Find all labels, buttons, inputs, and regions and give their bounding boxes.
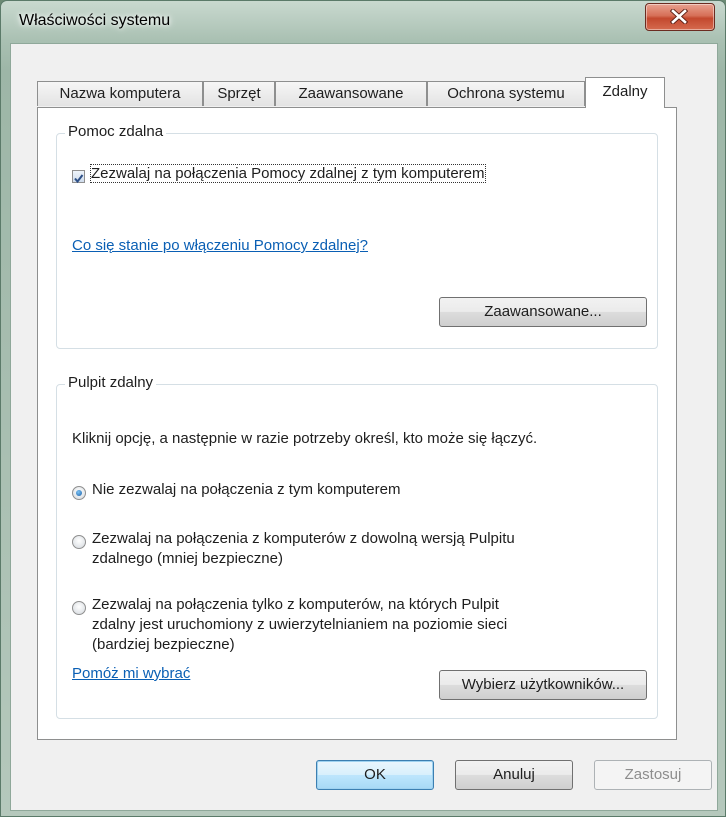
close-icon [670, 9, 688, 24]
radio-allow-nla-only-label-line2[interactable]: zdalny jest uruchomiony z uwierzytelnian… [92, 616, 507, 633]
tab-remote[interactable]: Zdalny [585, 77, 665, 108]
remote-desktop-instruction: Kliknij opcję, a następnie w razie potrz… [72, 430, 538, 447]
tab-advanced[interactable]: Zaawansowane [275, 81, 427, 106]
remote-assistance-group-title: Pomoc zdalna [65, 123, 167, 140]
cancel-button[interactable]: Anuluj [455, 760, 573, 790]
help-me-choose-link[interactable]: Pomóż mi wybrać [72, 665, 190, 682]
remote-tab-panel: Pomoc zdalna Zezwalaj na połączenia Pomo… [37, 107, 677, 740]
tab-label: Nazwa komputera [59, 85, 181, 102]
close-button[interactable] [645, 3, 715, 31]
remote-desktop-group: Pulpit zdalny Kliknij opcję, a następnie… [56, 374, 658, 719]
remote-assistance-help-link[interactable]: Co się stanie po włączeniu Pomocy zdalne… [72, 237, 368, 254]
allow-remote-assistance-label[interactable]: Zezwalaj na połączenia Pomocy zdalnej z … [90, 164, 486, 183]
tab-system-protection[interactable]: Ochrona systemu [427, 81, 585, 106]
radio-allow-any-version-label-line2[interactable]: zdalnego (mniej bezpieczne) [92, 550, 283, 567]
radio-allow-any-version[interactable] [72, 535, 86, 549]
checkmark-icon [74, 174, 84, 184]
radio-allow-nla-only[interactable] [72, 601, 86, 615]
window-title: Właściwości systemu [19, 12, 171, 29]
tab-computer-name[interactable]: Nazwa komputera [37, 81, 203, 106]
advanced-button[interactable]: Zaawansowane... [439, 297, 647, 327]
system-properties-window: Właściwości systemu Nazwa komputera Sprz… [0, 0, 726, 817]
radio-allow-any-version-label[interactable]: Zezwalaj na połączenia z komputerów z do… [92, 530, 515, 547]
radio-deny-connections[interactable] [72, 486, 86, 500]
tab-label: Zaawansowane [298, 85, 404, 102]
radio-allow-nla-only-label[interactable]: Zezwalaj na połączenia tylko z komputeró… [92, 596, 499, 613]
ok-button[interactable]: OK [316, 760, 434, 790]
radio-allow-nla-only-label-line3[interactable]: (bardziej bezpieczne) [92, 636, 235, 653]
dialog-client-area: Nazwa komputera Sprzęt Zaawansowane Ochr… [10, 43, 718, 811]
select-users-button[interactable]: Wybierz użytkowników... [439, 670, 647, 700]
radio-deny-connections-label[interactable]: Nie zezwalaj na połączenia z tym kompute… [92, 481, 400, 498]
allow-remote-assistance-checkbox[interactable] [72, 170, 85, 184]
remote-desktop-group-title: Pulpit zdalny [65, 374, 157, 391]
apply-button[interactable]: Zastosuj [594, 760, 712, 790]
tab-label: Ochrona systemu [447, 85, 565, 102]
tab-hardware[interactable]: Sprzęt [203, 81, 275, 106]
tab-label: Sprzęt [217, 85, 261, 102]
title-bar[interactable]: Właściwości systemu [1, 1, 725, 43]
remote-assistance-group: Pomoc zdalna Zezwalaj na połączenia Pomo… [56, 123, 658, 349]
tab-label: Zdalny [602, 83, 648, 100]
